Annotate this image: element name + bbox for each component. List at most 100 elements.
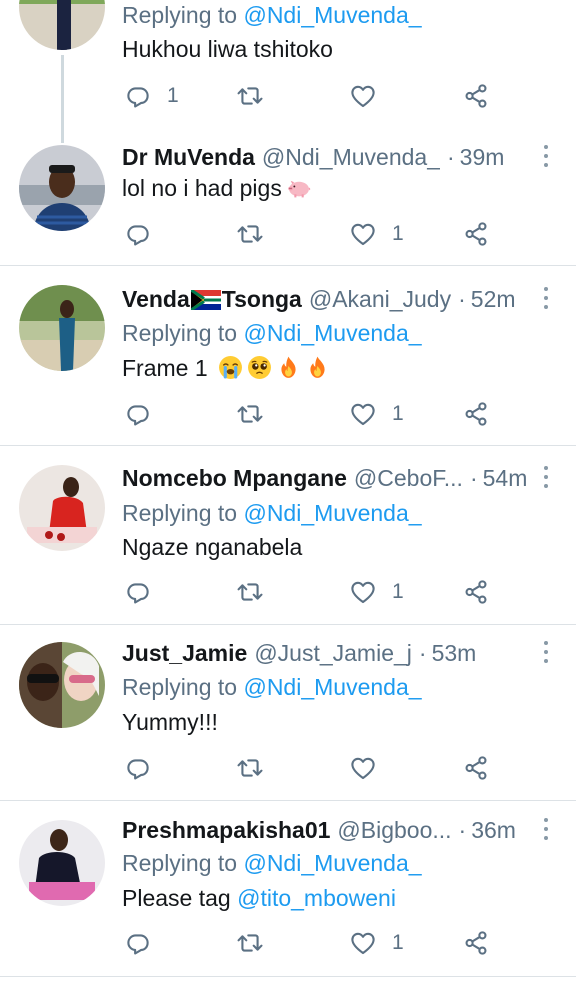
like-button[interactable]: 1	[349, 219, 404, 249]
reply-button[interactable]	[124, 399, 167, 429]
retweet-button[interactable]	[236, 399, 264, 429]
more-options-button[interactable]	[544, 818, 550, 840]
replying-to-prefix: Replying to	[122, 2, 244, 28]
avatar[interactable]	[19, 0, 105, 50]
user-handle[interactable]: @Just_Jamie_j	[254, 638, 412, 668]
reply-icon	[124, 400, 152, 428]
avatar[interactable]	[19, 642, 105, 728]
tweet-text: lol no i had pigs	[122, 173, 311, 203]
retweet-icon	[236, 929, 264, 957]
tweet-header: Dr MuVenda @Ndi_Muvenda_ · 39m	[122, 142, 532, 172]
reply-button[interactable]	[124, 577, 167, 607]
retweet-icon	[236, 754, 264, 782]
reply-icon	[124, 220, 152, 248]
share-button[interactable]	[462, 219, 490, 249]
share-icon	[462, 929, 490, 957]
reply-icon	[124, 578, 152, 606]
tweet-text-body: Frame 1	[122, 355, 208, 381]
loudly-crying-face-emoji	[218, 355, 243, 380]
mention-link[interactable]: @Ndi_Muvenda_	[243, 320, 421, 346]
like-count: 1	[392, 222, 404, 245]
separator-dot: ·	[446, 144, 455, 170]
reply-button[interactable]: 1	[124, 81, 179, 111]
more-options-button[interactable]	[544, 145, 550, 167]
tweet-divider	[0, 976, 576, 977]
tweet-actions: 1	[0, 81, 576, 111]
heart-icon	[349, 578, 377, 606]
tweet-text: Frame 1	[122, 353, 330, 383]
tweet-time: · 54m	[465, 463, 527, 493]
share-button[interactable]	[462, 81, 490, 111]
tweet-item[interactable]: Replying to @Ndi_Muvenda_ Hukhou liwa ts…	[0, 0, 576, 140]
replying-to-prefix: Replying to	[122, 320, 244, 346]
share-button[interactable]	[462, 928, 490, 958]
like-count: 1	[392, 402, 404, 425]
retweet-button[interactable]	[236, 928, 264, 958]
display-name[interactable]: Preshmapakisha01	[122, 815, 330, 845]
display-name[interactable]: Just_Jamie	[122, 638, 247, 668]
share-button[interactable]	[462, 577, 490, 607]
share-icon	[462, 220, 490, 248]
like-button[interactable]: 1	[349, 928, 404, 958]
like-button[interactable]: 1	[349, 577, 404, 607]
more-options-button[interactable]	[544, 641, 550, 663]
time-value: 39m	[459, 144, 505, 170]
more-options-button[interactable]	[544, 287, 550, 309]
separator-dot: ·	[418, 640, 427, 666]
time-value: 54m	[482, 465, 528, 491]
avatar[interactable]	[19, 285, 105, 371]
display-name[interactable]: Dr MuVenda	[122, 142, 255, 172]
user-handle[interactable]: @Bigboo...	[337, 815, 451, 845]
reply-button[interactable]	[124, 753, 167, 783]
share-icon	[462, 578, 490, 606]
tweet-item[interactable]: Just_Jamie @Just_Jamie_j · 53m Replying t…	[0, 625, 576, 800]
share-button[interactable]	[462, 399, 490, 429]
tweet-time: · 36m	[454, 815, 516, 845]
tweet-actions: 1	[0, 928, 576, 958]
mention-link[interactable]: @Ndi_Muvenda_	[243, 2, 421, 28]
more-vertical-icon	[544, 466, 548, 470]
reply-icon	[124, 929, 152, 957]
separator-dot: ·	[458, 817, 467, 843]
tweet-text: Ngaze nganabela	[122, 534, 303, 560]
reply-button[interactable]	[124, 928, 167, 958]
display-name[interactable]: Nomcebo Mpangane	[122, 463, 347, 493]
display-name-part: Venda	[122, 286, 190, 312]
like-button[interactable]	[349, 81, 392, 111]
user-handle[interactable]: @CeboF...	[354, 463, 463, 493]
tweet-item[interactable]: Nomcebo Mpangane @CeboF... · 54m Replying…	[0, 446, 576, 624]
heart-icon	[349, 82, 377, 110]
mention-link[interactable]: @Ndi_Muvenda_	[243, 850, 421, 876]
more-vertical-icon	[544, 818, 548, 822]
share-icon	[462, 82, 490, 110]
user-handle[interactable]: @Ndi_Muvenda_	[262, 142, 440, 172]
heart-icon	[349, 754, 377, 782]
user-handle[interactable]: @Akani_Judy	[309, 284, 451, 314]
time-value: 53m	[431, 640, 477, 666]
tweet-header: Just_Jamie @Just_Jamie_j · 53m	[122, 638, 532, 668]
mention-link[interactable]: @Ndi_Muvenda_	[243, 500, 421, 526]
more-options-button[interactable]	[544, 466, 550, 488]
share-icon	[462, 400, 490, 428]
like-button[interactable]	[349, 753, 392, 783]
retweet-button[interactable]	[236, 219, 264, 249]
pig-emoji	[286, 175, 311, 200]
display-name[interactable]: Venda Tsonga	[122, 284, 302, 314]
tweet-item[interactable]: Venda Tsonga @Akani_Judy · 52m Replying t…	[0, 266, 576, 445]
tweet-item[interactable]: Preshmapakisha01 @Bigboo... · 36m Replyin…	[0, 801, 576, 976]
tweet-item[interactable]: Dr MuVenda @Ndi_Muvenda_ · 39m lol no i h…	[0, 140, 576, 265]
avatar[interactable]	[19, 465, 105, 551]
mention-link[interactable]: @Ndi_Muvenda_	[243, 674, 421, 700]
tweet-actions	[0, 753, 576, 783]
retweet-button[interactable]	[236, 81, 264, 111]
share-button[interactable]	[462, 753, 490, 783]
retweet-button[interactable]	[236, 753, 264, 783]
avatar[interactable]	[19, 820, 105, 906]
like-button[interactable]: 1	[349, 399, 404, 429]
tweet-actions: 1	[0, 399, 576, 429]
mention-link[interactable]: @tito_mboweni	[237, 885, 396, 911]
tweet-time: · 53m	[414, 638, 476, 668]
reply-button[interactable]	[124, 219, 167, 249]
retweet-button[interactable]	[236, 577, 264, 607]
replying-to-label: Replying to @Ndi_Muvenda_	[122, 0, 422, 30]
